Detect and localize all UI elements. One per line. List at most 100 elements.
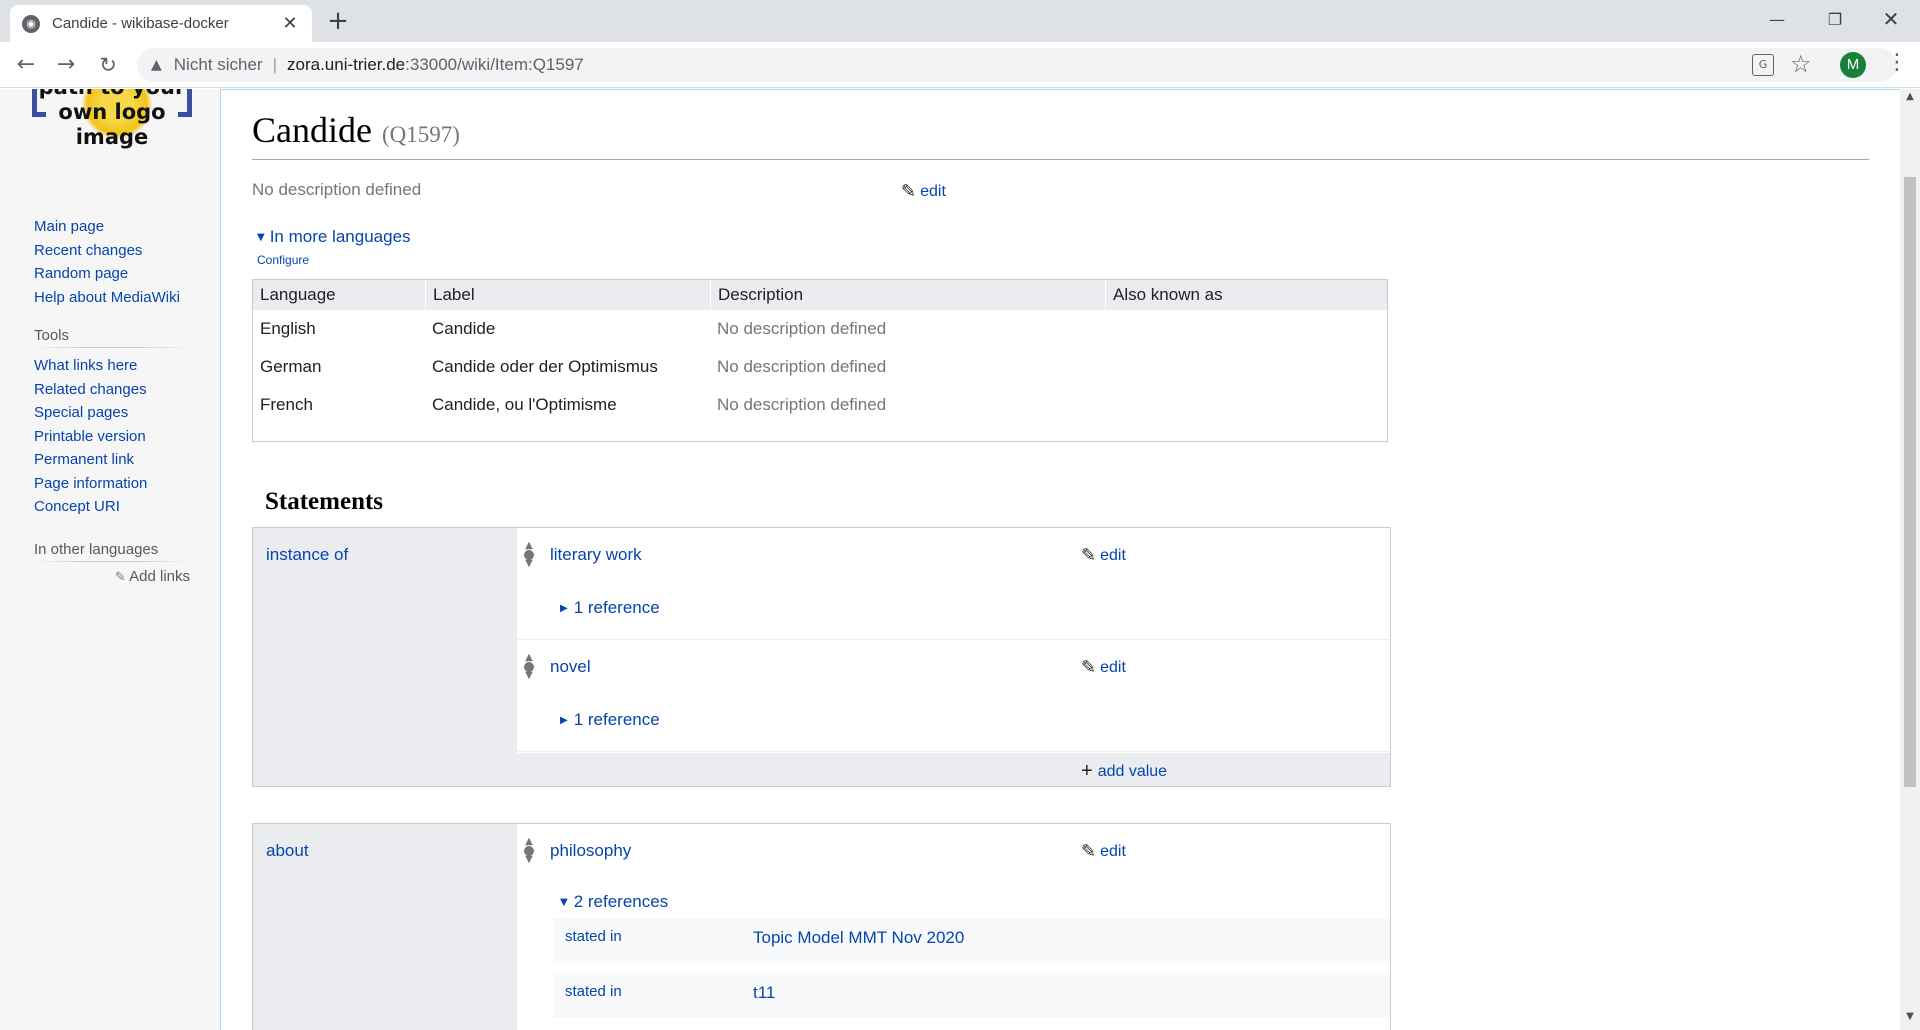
edit-label: edit	[1100, 842, 1126, 860]
property-link[interactable]: instance of	[266, 545, 348, 565]
edit-label: edit	[920, 182, 946, 200]
sidebar-item-related-changes[interactable]: Related changes	[34, 378, 190, 402]
statement-edit-button[interactable]: ✎ edit	[1081, 657, 1126, 678]
property-link[interactable]: about	[266, 841, 309, 861]
url-host: zora.uni-trier.de	[287, 55, 406, 74]
reference-property-link[interactable]: stated in	[565, 983, 622, 1000]
description-edit-button[interactable]: ✎ edit	[901, 181, 946, 202]
reload-button[interactable]: ↻	[94, 51, 122, 79]
caret-right-icon: ▶	[560, 715, 568, 727]
sidebar-languages-heading: In other languages	[34, 541, 190, 562]
globe-icon: ◉	[22, 14, 40, 33]
languages-table: Language Label Description Also known as…	[252, 279, 1388, 442]
address-separator: |	[272, 55, 278, 74]
main-content: Candide (Q1597) No description defined ✎ …	[220, 89, 1900, 1030]
statement-list: ▲ ▼ philosophy ✎ edit ▼ 2 references state…	[517, 824, 1390, 1030]
sidebar-item-page-information[interactable]: Page information	[34, 472, 190, 496]
sidebar-item-main-page[interactable]: Main page	[34, 215, 190, 239]
column-header-label: Label	[425, 280, 710, 310]
statement-value-link[interactable]: novel	[550, 657, 591, 677]
insecure-label[interactable]: Nicht sicher	[174, 55, 263, 75]
kebab-menu-icon[interactable]: ⋮	[1886, 50, 1908, 75]
rank-selector-icon[interactable]: ▲ ▼	[523, 837, 535, 865]
caret-right-icon: ▶	[560, 603, 568, 615]
column-header-aliases: Also known as	[1105, 280, 1387, 310]
url-path: :33000/wiki/Item:Q1597	[405, 55, 584, 74]
star-icon[interactable]: ☆	[1790, 50, 1812, 78]
window-restore-button[interactable]: ❐	[1806, 0, 1864, 38]
window-minimize-button[interactable]: —	[1748, 0, 1806, 38]
reference-row: stated in t11	[553, 973, 1390, 1018]
table-row: English Candide No description defined	[253, 310, 1387, 348]
edit-label: edit	[1100, 546, 1126, 564]
languages-table-header: Language Label Description Also known as	[253, 280, 1387, 310]
reference-row: stated in Topic Model MMT Nov 2020	[553, 918, 1390, 963]
browser-tab[interactable]: ◉ Candide - wikibase-docker ✕	[10, 5, 312, 42]
statement-edit-button[interactable]: ✎ edit	[1081, 841, 1126, 862]
statement: ▲ ▼ literary work ✎ edit ▶ 1 reference	[517, 528, 1390, 640]
scrollbar-thumb[interactable]	[1904, 177, 1916, 787]
sidebar-item-help[interactable]: Help about MediaWiki	[34, 286, 190, 310]
pencil-icon: ✎	[114, 570, 126, 585]
window-close-button[interactable]: ✕	[1862, 0, 1920, 38]
forward-button[interactable]: →	[52, 51, 80, 79]
configure-link[interactable]: Configure	[257, 253, 309, 267]
tab-title: Candide - wikibase-docker	[52, 15, 229, 32]
references-toggle[interactable]: ▼ 2 references	[560, 892, 668, 912]
sidebar-item-permanent-link[interactable]: Permanent link	[34, 448, 190, 472]
statement-value-link[interactable]: literary work	[550, 545, 642, 565]
item-description: No description defined	[252, 180, 422, 199]
statement-value-link[interactable]: philosophy	[550, 841, 631, 861]
statement-edit-button[interactable]: ✎ edit	[1081, 545, 1126, 566]
add-links-button[interactable]: ✎ Add links	[34, 568, 190, 585]
sidebar-item-what-links-here[interactable]: What links here	[34, 354, 190, 378]
scroll-down-arrow-icon[interactable]: ▼	[1900, 1011, 1920, 1027]
caret-down-icon: ▼	[257, 232, 265, 244]
table-row: German Candide oder der Optimismus No de…	[253, 348, 1387, 386]
sidebar-item-special-pages[interactable]: Special pages	[34, 401, 190, 425]
column-header-language: Language	[260, 285, 336, 304]
references-label: 1 reference	[573, 598, 660, 617]
rank-selector-icon[interactable]: ▲ ▼	[523, 653, 535, 681]
statement-group-about: about ▲ ▼ philosophy ✎ edit ▼ 2 references…	[252, 823, 1391, 1030]
add-value-button[interactable]: + add value	[1081, 760, 1167, 783]
page-viewport: path to your own logo image Main page Re…	[0, 89, 1900, 1030]
references-label: 1 reference	[573, 710, 660, 729]
statement: ▲ ▼ philosophy ✎ edit ▼ 2 references state…	[517, 824, 1390, 1030]
references-toggle[interactable]: ▶ 1 reference	[560, 710, 660, 730]
item-id: (Q1597)	[381, 122, 460, 147]
statements-heading: Statements	[265, 488, 384, 515]
translate-icon[interactable]: G	[1752, 54, 1774, 76]
pencil-icon: ✎	[1081, 841, 1097, 862]
label-cell: Candide	[432, 319, 496, 338]
address-bar[interactable]: ▲ Nicht sicher | zora.uni-trier.de:33000…	[137, 48, 1897, 82]
scroll-up-arrow-icon[interactable]: ▲	[1900, 91, 1920, 107]
pencil-icon: ✎	[1081, 545, 1097, 566]
sidebar-item-recent-changes[interactable]: Recent changes	[34, 239, 190, 263]
reference-value-link[interactable]: t11	[753, 983, 775, 1003]
more-languages-label: In more languages	[269, 227, 411, 246]
vertical-scrollbar[interactable]: ▲ ▼	[1900, 89, 1920, 1030]
rank-selector-icon[interactable]: ▲ ▼	[523, 541, 535, 569]
profile-avatar[interactable]: M	[1840, 52, 1866, 78]
site-logo[interactable]: path to your own logo image	[32, 89, 192, 169]
sidebar-item-concept-uri[interactable]: Concept URI	[34, 495, 190, 519]
more-languages-toggle[interactable]: ▼ In more languages	[257, 227, 411, 247]
sidebar-tools: Tools What links here Related changes Sp…	[34, 327, 190, 519]
plus-icon: +	[1081, 760, 1093, 782]
statement-list: ▲ ▼ literary work ✎ edit ▶ 1 reference ▲ ▼ …	[517, 528, 1390, 753]
reference-property-link[interactable]: stated in	[565, 928, 622, 945]
back-button[interactable]: ←	[12, 51, 40, 79]
references-toggle[interactable]: ▶ 1 reference	[560, 598, 660, 618]
edit-label: edit	[1100, 658, 1126, 676]
sidebar-item-printable-version[interactable]: Printable version	[34, 425, 190, 449]
label-cell: Candide oder der Optimismus	[432, 357, 658, 376]
sidebar-item-random-page[interactable]: Random page	[34, 262, 190, 286]
browser-tab-strip: ◉ Candide - wikibase-docker ✕ + — ❐ ✕	[0, 0, 1920, 42]
new-tab-button[interactable]: +	[324, 8, 352, 36]
table-row: French Candide, ou l'Optimisme No descri…	[253, 386, 1387, 424]
language-cell: German	[260, 357, 322, 376]
warning-icon[interactable]: ▲	[151, 57, 162, 73]
reference-value-link[interactable]: Topic Model MMT Nov 2020	[753, 928, 964, 948]
tab-close-icon[interactable]: ✕	[280, 13, 300, 34]
